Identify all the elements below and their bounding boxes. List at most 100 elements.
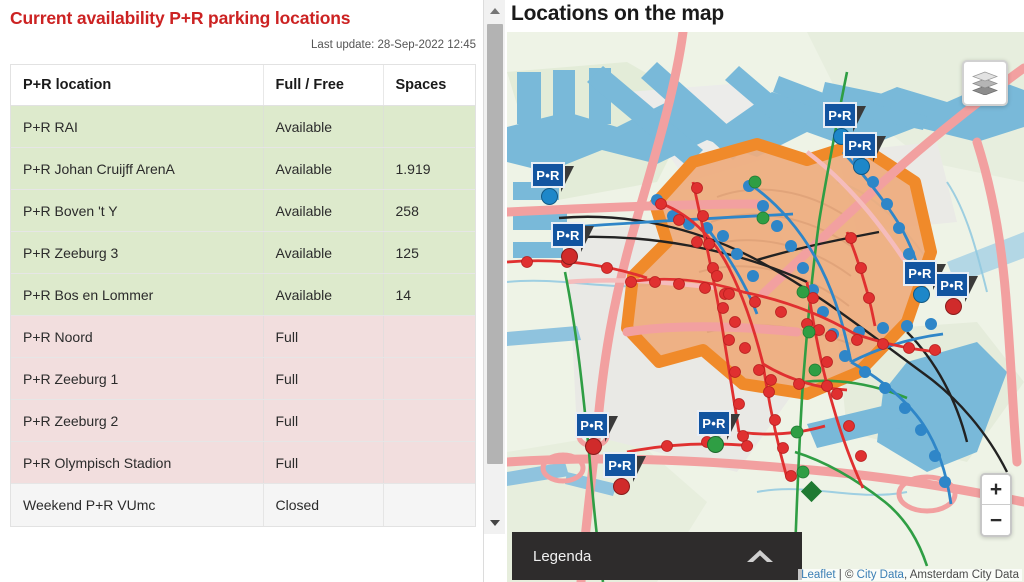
cell-spaces [383,441,475,484]
cell-fullfree: Available [263,105,384,148]
map-attribution: Leaflet | © City Data, Amsterdam City Da… [798,569,1022,581]
pr-marker-badge[interactable]: P•R [575,412,609,438]
cell-location: Weekend P+R VUmc [11,483,264,526]
pr-marker-dot-icon [541,188,558,205]
table-row[interactable]: P+R Bos en Lommer Available 14 [11,273,475,316]
chevron-up-icon[interactable] [746,548,774,564]
pr-marker-dot-icon [613,478,630,495]
legend-bar[interactable]: Legenda [512,532,802,580]
cell-spaces [383,399,475,442]
pr-marker-badge[interactable]: P•R [823,102,857,128]
table-row[interactable]: P+R Johan Cruijff ArenA Available 1.919 [11,147,475,190]
page-title: Current availability P+R parking locatio… [10,8,351,28]
pr-marker-dot-icon [853,158,870,175]
cell-spaces: 125 [383,231,475,274]
cell-fullfree: Full [263,315,384,358]
column-header-spaces: Spaces [383,65,475,106]
table-header-row: P+R location Full / Free Spaces [11,65,475,106]
pr-marker-label: P•R [580,417,604,433]
pr-marker-dot-icon [945,298,962,315]
table-body: P+R RAI Available P+R Johan Cruijff ArenA A… [11,105,475,526]
pr-marker-dot-icon [707,436,724,453]
pr-marker-label: P•R [702,415,726,431]
pr-marker-badge[interactable]: P•R [531,162,565,188]
cell-location: P+R Zeeburg 1 [11,357,264,400]
cell-fullfree: Full [263,357,384,400]
cell-fullfree: Available [263,273,384,316]
pr-marker-label: P•R [848,137,872,153]
table-header: P+R location Full / Free Spaces [11,65,475,106]
cell-location: P+R Boven 't Y [11,189,264,232]
parking-table: P+R location Full / Free Spaces P+R RAI A… [11,65,475,526]
availability-panel: Current availability P+R parking locatio… [0,0,482,582]
pr-marker-label: P•R [908,265,932,281]
column-header-fullfree: Full / Free [263,65,384,106]
cell-fullfree: Closed [263,483,384,526]
parking-availability-page: Current availability P+R parking locatio… [0,0,1024,582]
pr-marker-badge[interactable]: P•R [697,410,731,436]
cell-location: P+R Bos en Lommer [11,273,264,316]
table-row[interactable]: P+R Zeeburg 1 Full [11,357,475,400]
cell-location: P+R Zeeburg 2 [11,399,264,442]
citydata-link[interactable]: City Data [857,569,904,581]
column-header-location: P+R location [11,65,264,106]
pr-marker-badge[interactable]: P•R [551,222,585,248]
zoom-in-button[interactable]: + [982,475,1010,505]
pr-marker-badge[interactable]: P•R [843,132,877,158]
cell-spaces [383,483,475,526]
cell-spaces [383,105,475,148]
scrollbar-tail [484,534,506,582]
table-row[interactable]: P+R Zeeburg 2 Full [11,399,475,442]
pr-marker-label: P•R [536,167,560,183]
map-panel-title: Locations on the map [511,2,725,25]
last-update-text: Last update: 28-Sep-2022 12:45 [311,39,476,51]
pr-marker-label: P•R [940,277,964,293]
table-row[interactable]: P+R Zeeburg 3 Available 125 [11,231,475,274]
cell-location: P+R Noord [11,315,264,358]
cell-location: P+R Zeeburg 3 [11,231,264,274]
map-panel: Locations on the map P•R P•R P•R P•R P•R… [505,0,1024,582]
cell-spaces: 1.919 [383,147,475,190]
cell-fullfree: Available [263,147,384,190]
scrollbar-thumb[interactable] [487,24,503,464]
table-row[interactable]: P+R Boven 't Y Available 258 [11,189,475,232]
leaflet-map[interactable]: P•R P•R P•R P•R P•R P•R P•R P•R P•R + − Legenda [507,32,1024,582]
scroll-down-arrow-icon[interactable] [484,512,506,534]
pr-marker-badge[interactable]: P•R [903,260,937,286]
cell-location: P+R Johan Cruijff ArenA [11,147,264,190]
attribution-copyright: © [844,569,857,581]
pr-marker-dot-icon [561,248,578,265]
table-row[interactable]: P+R RAI Available [11,105,475,148]
pr-marker-label: P•R [556,227,580,243]
pr-marker-label: P•R [828,107,852,123]
pr-marker-dot-icon [913,286,930,303]
cell-spaces [383,357,475,400]
parking-table-container: P+R location Full / Free Spaces P+R RAI A… [10,64,476,527]
cell-spaces: 14 [383,273,475,316]
attribution-owner: , Amsterdam City Data [903,569,1019,581]
table-row[interactable]: P+R Olympisch Stadion Full [11,441,475,484]
leaflet-link[interactable]: Leaflet [801,569,836,581]
zoom-control[interactable]: + − [980,473,1012,537]
vertical-scrollbar[interactable] [483,0,506,582]
pr-marker-dot-icon [585,438,602,455]
cell-location: P+R Olympisch Stadion [11,441,264,484]
layers-control-button[interactable] [962,60,1008,106]
cell-fullfree: Full [263,441,384,484]
table-row[interactable]: Weekend P+R VUmc Closed [11,483,475,526]
cell-fullfree: Available [263,231,384,274]
zoom-out-button[interactable]: − [982,505,1010,535]
table-row[interactable]: P+R Noord Full [11,315,475,358]
cell-spaces [383,315,475,358]
layers-icon [972,71,998,95]
pr-marker-badge[interactable]: P•R [603,452,637,478]
cell-fullfree: Available [263,189,384,232]
pr-marker-badge[interactable]: P•R [935,272,969,298]
pr-marker-label: P•R [608,457,632,473]
attribution-separator: | [835,569,845,581]
legend-label: Legenda [533,547,592,565]
cell-location: P+R RAI [11,105,264,148]
scroll-up-arrow-icon[interactable] [484,0,506,22]
cell-fullfree: Full [263,399,384,442]
cell-spaces: 258 [383,189,475,232]
